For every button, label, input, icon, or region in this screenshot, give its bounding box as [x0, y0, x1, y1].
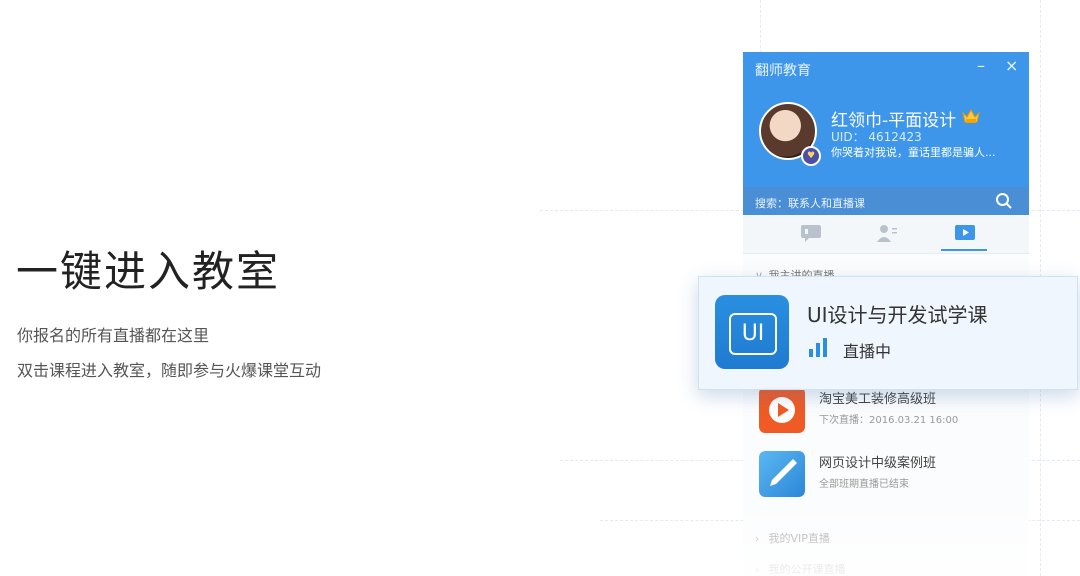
- hero-title: 一键进入教室: [16, 247, 281, 296]
- hero-subtitle-line-2: 双击课程进入教室，随即参与火爆课堂互动: [17, 361, 322, 380]
- play-screen-icon[interactable]: [953, 223, 977, 243]
- badge-icon: ♥: [801, 146, 821, 166]
- search-input[interactable]: 搜索：联系人和直播课: [743, 187, 1029, 215]
- chevron-right-icon: ›: [755, 532, 760, 545]
- live-status: 直播中: [843, 342, 892, 361]
- section-label: 我的公开课直播: [768, 563, 846, 576]
- course-schedule: 全部班期直播已结束: [819, 479, 909, 490]
- app-brand: 翻师教育: [755, 63, 811, 79]
- section-label: 我的VIP直播: [768, 532, 830, 545]
- crown-icon: [962, 108, 980, 123]
- course-title: 淘宝美工装修高级班: [819, 392, 937, 407]
- ui-logo-text: UI: [729, 313, 777, 355]
- live-bars-icon: [809, 338, 827, 357]
- ui-course-logo: UI: [715, 295, 789, 369]
- tab-bar: [743, 215, 1029, 254]
- user-motto: 你哭着对我说，童话里都是骗人...: [831, 146, 996, 159]
- active-tab-indicator: [941, 249, 987, 251]
- chat-bubble-icon[interactable]: [799, 223, 823, 243]
- user-uid: UID： 4612423: [831, 130, 922, 144]
- featured-course-title: UI设计与开发试学课: [807, 303, 988, 327]
- pen-icon: [759, 451, 805, 497]
- chevron-right-icon: ›: [755, 563, 760, 576]
- hero-subtitle-line-1: 你报名的所有直播都在这里: [17, 326, 210, 345]
- search-icon[interactable]: [995, 192, 1013, 210]
- play-icon: [759, 387, 805, 433]
- contacts-icon[interactable]: [875, 223, 899, 243]
- section-vip-lectures[interactable]: › 我的VIP直播: [755, 530, 830, 546]
- course-schedule: 下次直播：2016.03.21 16:00: [819, 415, 959, 426]
- featured-course-card[interactable]: UI UI设计与开发试学课 直播中: [698, 276, 1078, 390]
- list-item[interactable]: 网页设计中级案例班 全部班期直播已结束: [743, 443, 1029, 503]
- search-placeholder: 搜索：联系人和直播课: [755, 197, 865, 210]
- panel-header: 翻师教育 – × ♥ 红领巾-平面设计 UID： 4612423 你哭着对我说，…: [743, 52, 1029, 187]
- minimize-button[interactable]: –: [977, 56, 985, 75]
- close-button[interactable]: ×: [1005, 56, 1018, 75]
- course-title: 网页设计中级案例班: [819, 456, 937, 471]
- section-public-lectures[interactable]: › 我的公开课直播: [755, 561, 846, 576]
